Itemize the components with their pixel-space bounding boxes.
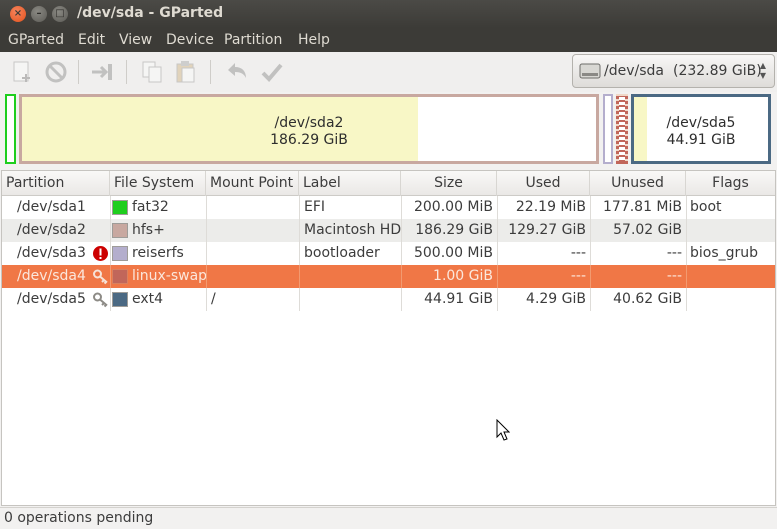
table-row[interactable]: /dev/sda3 reiserfs bootloader 500.00 MiB… xyxy=(2,242,775,265)
device-name: /dev/sda xyxy=(604,63,664,79)
column-header-used[interactable]: Used xyxy=(497,171,590,196)
partition-map-size: 44.91 GiB xyxy=(666,132,736,148)
partition-cell: /dev/sda4 xyxy=(17,268,86,284)
menu-bar: GParted Edit View Device Partition Help xyxy=(0,28,777,52)
window-title: /dev/sda - GParted xyxy=(77,5,224,21)
table-row[interactable]: /dev/sda1 fat32 EFI 200.00 MiB 22.19 MiB… xyxy=(2,196,775,219)
unused-cell: 57.02 GiB xyxy=(613,222,682,238)
used-cell: --- xyxy=(570,268,586,284)
label-cell: Macintosh HD xyxy=(304,222,402,238)
menu-partition[interactable]: Partition xyxy=(224,32,282,48)
column-header-mountpoint[interactable]: Mount Point xyxy=(206,171,299,196)
menu-edit[interactable]: Edit xyxy=(78,32,105,48)
size-cell: 44.91 GiB xyxy=(424,291,493,307)
label-cell: EFI xyxy=(304,199,326,215)
filesystem-cell: reiserfs xyxy=(132,245,184,261)
device-selector[interactable]: /dev/sda (232.89 GiB) ▲ ▼ xyxy=(572,54,775,88)
warning-icon[interactable] xyxy=(92,245,109,262)
menu-device[interactable]: Device xyxy=(166,32,214,48)
partition-map: /dev/sda2 186.29 GiB /dev/sda5 44.91 GiB xyxy=(0,92,777,168)
column-header-partition[interactable]: Partition xyxy=(2,171,110,196)
label-cell: bootloader xyxy=(304,245,380,261)
toolbar-separator xyxy=(126,60,127,84)
partition-map-name: /dev/sda2 xyxy=(274,115,344,131)
partition-cell: /dev/sda2 xyxy=(17,222,86,238)
menu-view[interactable]: View xyxy=(119,32,152,48)
table-row[interactable]: /dev/sda5 ext4 / 44.91 GiB 4.29 GiB 40.6… xyxy=(2,288,775,311)
partition-map-size: 186.29 GiB xyxy=(270,132,348,148)
partition-block-sda5[interactable]: /dev/sda5 44.91 GiB xyxy=(631,94,771,164)
partition-block-sda1[interactable] xyxy=(5,94,16,164)
partition-table: Partition File System Mount Point Label … xyxy=(1,170,776,506)
delete-partition-icon[interactable] xyxy=(42,58,70,86)
maximize-window-button[interactable]: □ xyxy=(52,6,68,22)
column-header-flags[interactable]: Flags xyxy=(686,171,775,196)
partition-block-sda4[interactable] xyxy=(616,94,628,164)
table-row-selected[interactable]: /dev/sda4 linux-swap 1.00 GiB --- --- xyxy=(2,265,775,288)
key-icon xyxy=(92,268,109,285)
used-cell: --- xyxy=(570,245,586,261)
filesystem-cell: fat32 xyxy=(132,199,169,215)
flags-cell: bios_grub xyxy=(690,245,759,261)
paste-icon[interactable] xyxy=(172,58,200,86)
column-header-unused[interactable]: Unused xyxy=(590,171,686,196)
copy-icon[interactable] xyxy=(138,58,166,86)
partition-cell: /dev/sda3 xyxy=(17,245,86,261)
title-bar: × – □ /dev/sda - GParted xyxy=(0,0,777,28)
partition-block-sda3[interactable] xyxy=(603,94,613,164)
size-cell: 500.00 MiB xyxy=(413,245,493,261)
status-text: 0 operations pending xyxy=(4,510,154,526)
status-bar: 0 operations pending xyxy=(0,507,777,529)
mouse-pointer-icon xyxy=(496,418,511,441)
toolbar-separator xyxy=(78,60,79,84)
toolbar-separator xyxy=(210,60,211,84)
filesystem-cell: hfs+ xyxy=(132,222,165,238)
used-cell: 129.27 GiB xyxy=(508,222,586,238)
flags-cell: boot xyxy=(690,199,722,215)
undo-icon[interactable] xyxy=(222,58,250,86)
size-cell: 1.00 GiB xyxy=(433,268,493,284)
partition-cell: /dev/sda5 xyxy=(17,291,86,307)
combo-arrows-icon: ▲ ▼ xyxy=(759,61,766,80)
key-icon xyxy=(92,291,109,308)
filesystem-cell: linux-swap xyxy=(132,268,208,284)
column-header-filesystem[interactable]: File System xyxy=(110,171,206,196)
used-cell: 22.19 MiB xyxy=(515,199,586,215)
size-cell: 200.00 MiB xyxy=(413,199,493,215)
column-header-size[interactable]: Size xyxy=(401,171,497,196)
partition-map-name: /dev/sda5 xyxy=(666,115,736,131)
column-header-label[interactable]: Label xyxy=(299,171,401,196)
filesystem-color-swatch xyxy=(112,246,128,261)
menu-help[interactable]: Help xyxy=(298,32,330,48)
minimize-window-button[interactable]: – xyxy=(31,6,47,22)
new-partition-icon[interactable] xyxy=(8,58,36,86)
harddisk-icon xyxy=(579,61,601,81)
unused-cell: 40.62 GiB xyxy=(613,291,682,307)
filesystem-color-swatch xyxy=(112,292,128,307)
filesystem-cell: ext4 xyxy=(132,291,164,307)
mountpoint-cell: / xyxy=(211,291,216,307)
resize-move-icon[interactable] xyxy=(88,58,116,86)
used-cell: 4.29 GiB xyxy=(526,291,586,307)
device-size: (232.89 GiB) xyxy=(673,63,762,79)
unused-cell: 177.81 MiB xyxy=(602,199,682,215)
filesystem-color-swatch xyxy=(112,269,128,284)
apply-icon[interactable] xyxy=(258,58,286,86)
partition-block-sda2[interactable]: /dev/sda2 186.29 GiB xyxy=(19,94,599,164)
unused-cell: --- xyxy=(666,268,682,284)
table-row[interactable]: /dev/sda2 hfs+ Macintosh HD 186.29 GiB 1… xyxy=(2,219,775,242)
partition-cell: /dev/sda1 xyxy=(17,199,86,215)
filesystem-color-swatch xyxy=(112,200,128,215)
size-cell: 186.29 GiB xyxy=(415,222,493,238)
menu-gparted[interactable]: GParted xyxy=(8,32,64,48)
unused-cell: --- xyxy=(666,245,682,261)
close-window-button[interactable]: × xyxy=(10,6,26,22)
filesystem-color-swatch xyxy=(112,223,128,238)
table-header: Partition File System Mount Point Label … xyxy=(2,171,775,196)
